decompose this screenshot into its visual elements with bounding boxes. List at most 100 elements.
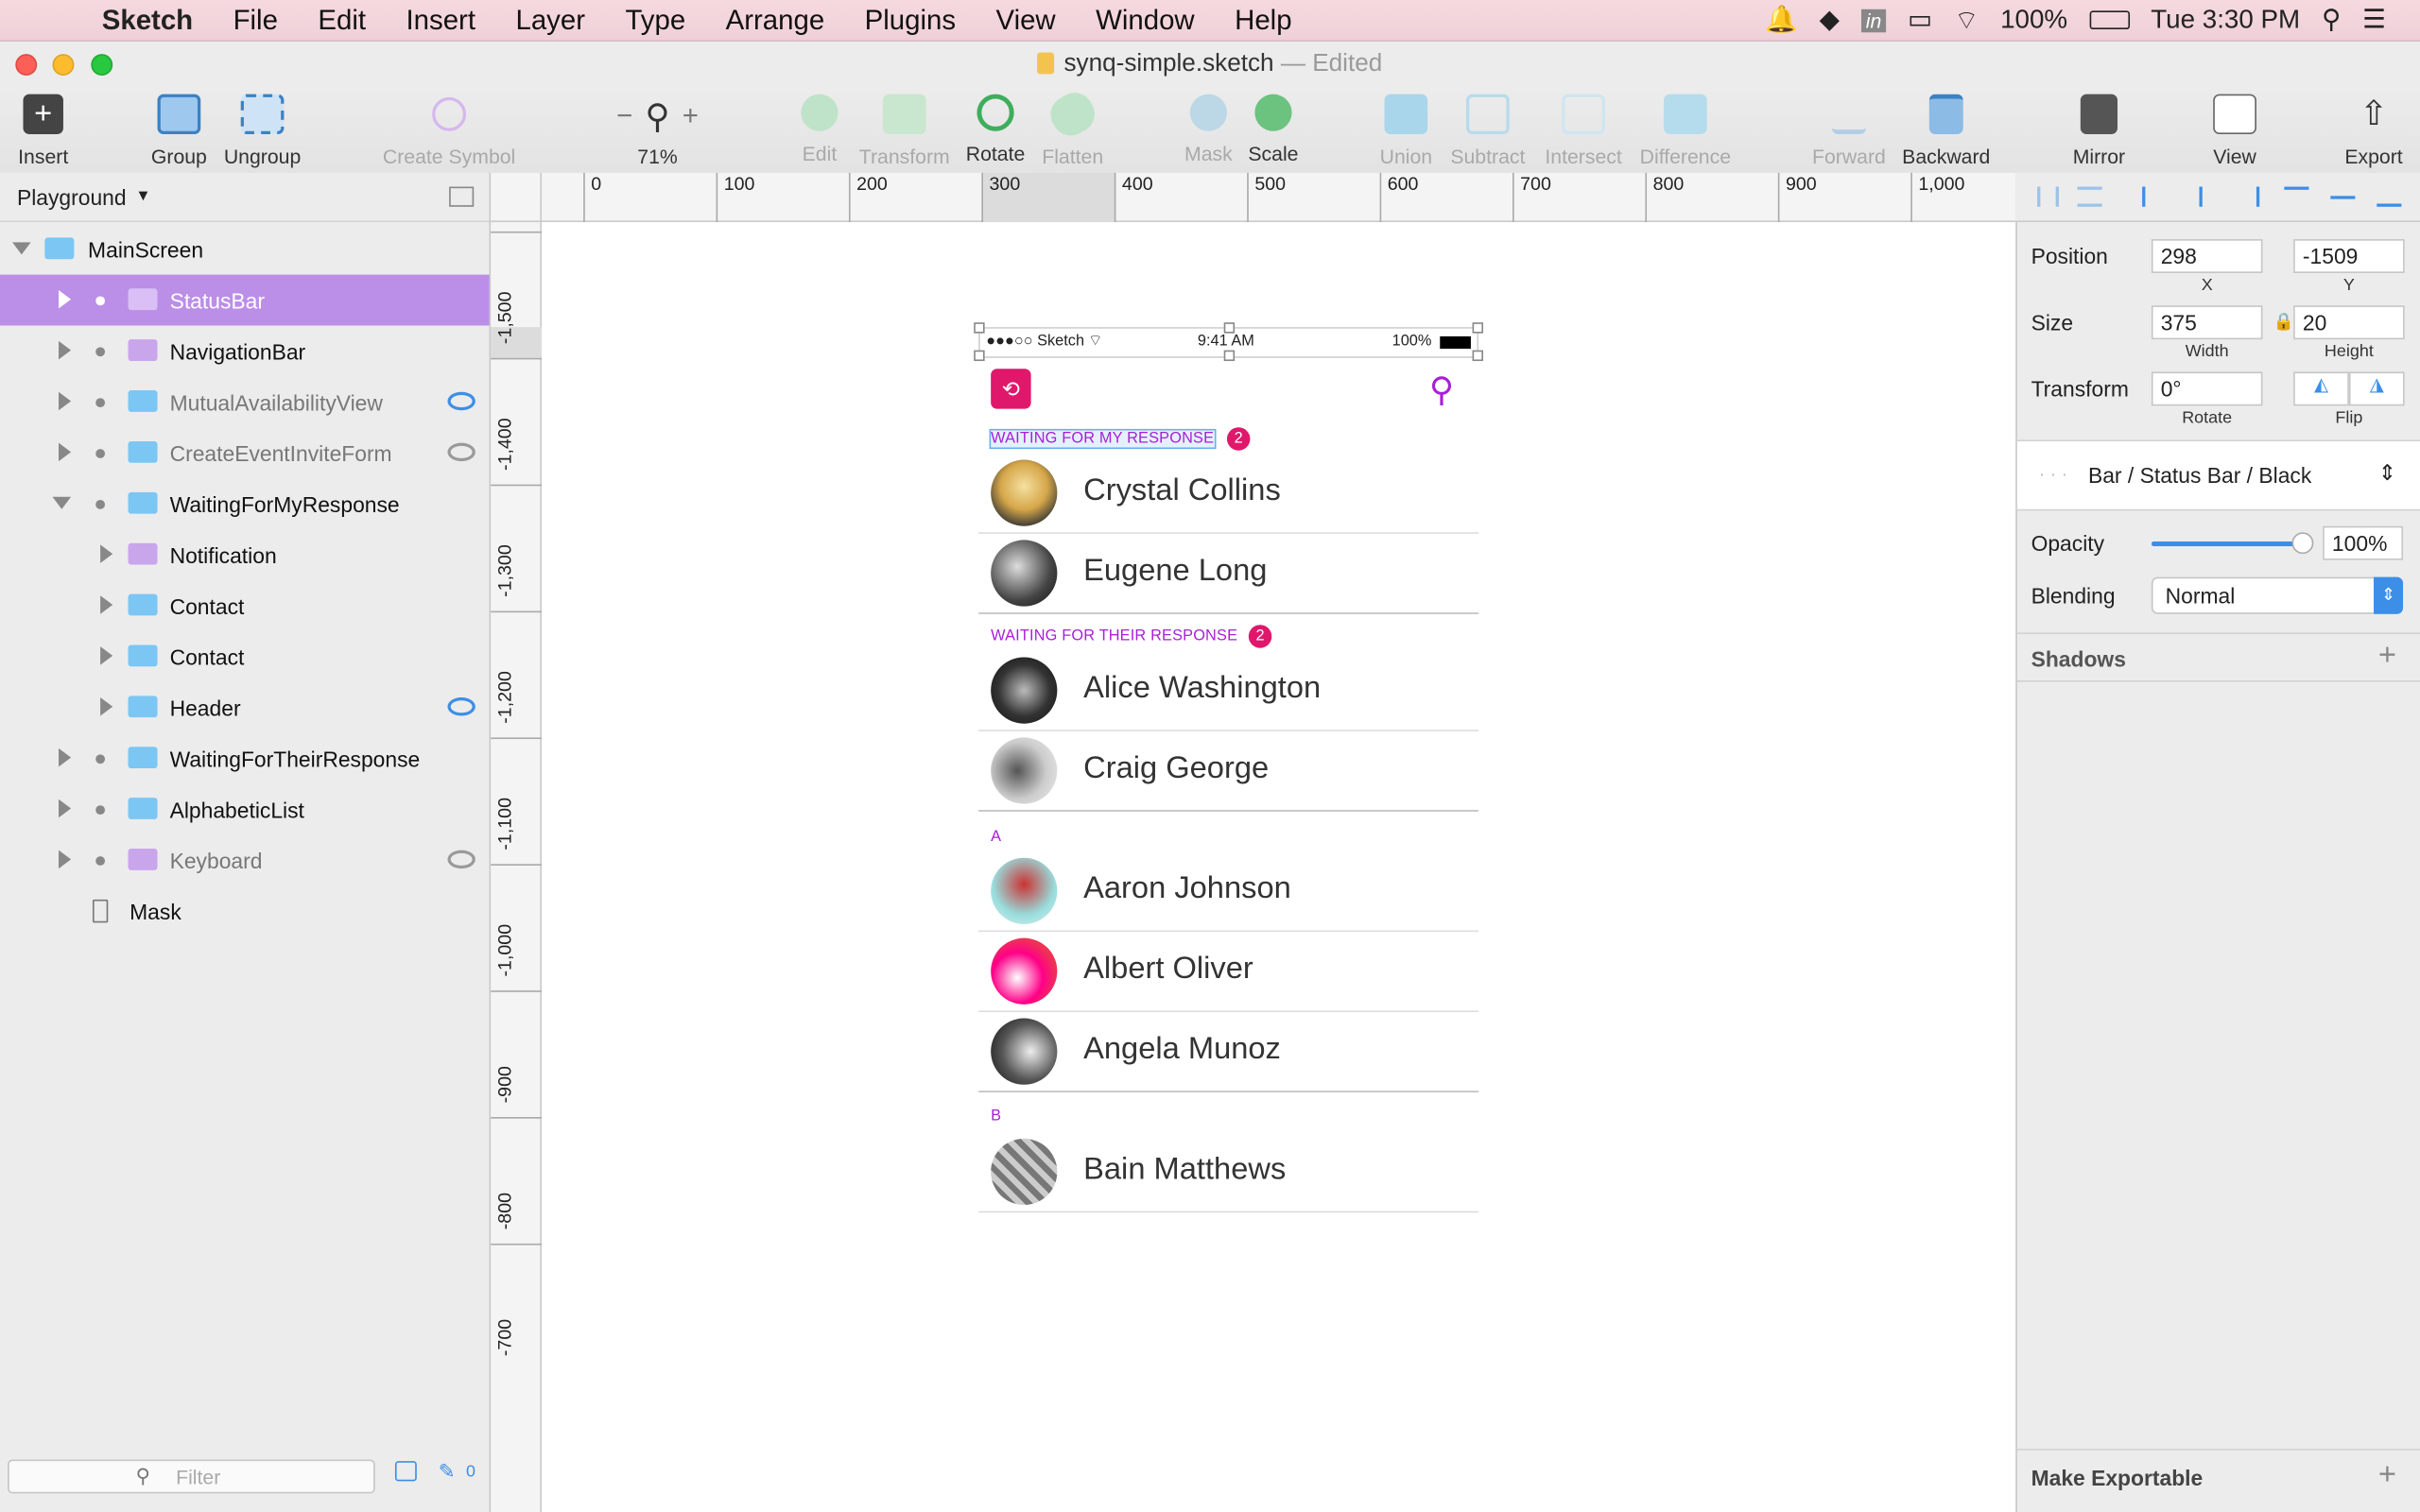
align-top-icon[interactable]: [2284, 186, 2309, 207]
eye-visible-icon[interactable]: [447, 391, 475, 411]
layer-keyboard[interactable]: Keyboard: [0, 834, 490, 885]
visibility-dot-icon[interactable]: [95, 856, 106, 866]
visibility-dot-icon[interactable]: [95, 347, 106, 357]
visibility-dot-icon[interactable]: [95, 499, 106, 509]
airplay-icon[interactable]: ▭: [1908, 5, 1932, 36]
contact-row[interactable]: Angela Munoz: [978, 1012, 1479, 1092]
notification-bell-icon[interactable]: 🔔: [1765, 5, 1798, 36]
disclosure-right-icon[interactable]: [59, 289, 72, 309]
linkedin-icon[interactable]: in: [1860, 8, 1887, 32]
layer-alphabeticlist[interactable]: AlphabeticList: [0, 783, 490, 834]
menu-layer[interactable]: Layer: [495, 4, 605, 36]
contact-row[interactable]: Eugene Long: [978, 534, 1479, 614]
menu-help[interactable]: Help: [1215, 4, 1312, 36]
visibility-dot-icon[interactable]: [95, 449, 106, 458]
width-input[interactable]: 375: [2151, 305, 2263, 340]
disclosure-right-icon[interactable]: [59, 340, 72, 360]
close-window-button[interactable]: [15, 54, 38, 76]
layer-createeventinviteform[interactable]: CreateEventInviteForm: [0, 427, 490, 478]
layer-contact[interactable]: Contact: [0, 631, 490, 682]
menu-edit[interactable]: Edit: [298, 4, 386, 36]
disclosure-down-icon[interactable]: [12, 242, 31, 255]
blending-select[interactable]: Normal ⇕: [2151, 576, 2404, 614]
disclosure-right-icon[interactable]: [59, 442, 72, 462]
distribute-vertical-icon[interactable]: [2077, 186, 2102, 207]
menu-arrange[interactable]: Arrange: [705, 4, 844, 36]
dropbox-icon[interactable]: ◆: [1820, 5, 1840, 36]
menu-view[interactable]: View: [976, 4, 1076, 36]
clock[interactable]: Tue 3:30 PM: [2151, 5, 2300, 36]
visibility-dot-icon[interactable]: [95, 398, 106, 408]
slice-filter-icon[interactable]: ✎: [439, 1459, 456, 1484]
page-selector[interactable]: Playground ▼: [0, 173, 490, 223]
layer-contact[interactable]: Contact: [0, 580, 490, 631]
resize-handle[interactable]: [1472, 350, 1483, 362]
layer-header[interactable]: Header: [0, 682, 490, 733]
contact-row[interactable]: Aaron Johnson: [978, 851, 1479, 933]
menu-file[interactable]: File: [213, 4, 298, 36]
contact-row[interactable]: Alice Washington: [978, 651, 1479, 731]
visibility-dot-icon[interactable]: [95, 754, 106, 765]
artboard-mainscreen[interactable]: ●●●○○ Sketch ⌔ 9:41 AM 100% ⟲ ⚲ WAITING …: [974, 322, 1483, 1219]
lock-icon[interactable]: 🔒: [2273, 312, 2294, 332]
contact-row[interactable]: Crystal Collins: [978, 454, 1479, 534]
disclosure-right-icon[interactable]: [100, 696, 113, 716]
status-bar-layer[interactable]: ●●●○○ Sketch ⌔ 9:41 AM 100%: [974, 322, 1483, 362]
disclosure-right-icon[interactable]: [59, 850, 72, 869]
align-center-icon[interactable]: [2199, 186, 2224, 207]
layer-waitingformyresponse[interactable]: WaitingForMyResponse: [0, 478, 490, 529]
opacity-input[interactable]: 100%: [2323, 525, 2404, 560]
disclosure-right-icon[interactable]: [59, 799, 72, 818]
position-x-input[interactable]: 298: [2151, 239, 2263, 273]
layer-filter-input[interactable]: ⚲ Filter: [8, 1459, 375, 1494]
menu-type[interactable]: Type: [605, 4, 705, 36]
app-menu[interactable]: Sketch: [102, 4, 214, 36]
layer-waitingfortheirresponse[interactable]: WaitingForTheirResponse: [0, 733, 490, 784]
search-icon[interactable]: ⚲: [1429, 370, 1454, 410]
disclosure-right-icon[interactable]: [100, 544, 113, 563]
wifi-icon[interactable]: ⌔: [1954, 4, 1979, 36]
visibility-dot-icon[interactable]: [95, 296, 106, 306]
distribute-horizontal-icon[interactable]: [2037, 186, 2059, 207]
spotlight-search-icon[interactable]: ⚲: [2322, 5, 2341, 36]
layer-mask[interactable]: Mask: [0, 885, 490, 936]
opacity-slider-knob[interactable]: [2291, 532, 2314, 555]
eye-hidden-icon[interactable]: [447, 850, 475, 869]
position-y-input[interactable]: -1509: [2293, 239, 2405, 273]
align-right-icon[interactable]: [2235, 186, 2260, 207]
layer-mutualavailabilityview[interactable]: MutualAvailabilityView: [0, 376, 490, 427]
flip-vertical-button[interactable]: ◮: [2348, 371, 2405, 406]
resize-handle[interactable]: [1223, 350, 1236, 362]
zoom-out-icon[interactable]: −: [616, 100, 632, 132]
app-logo-icon[interactable]: ⟲: [991, 369, 1031, 409]
battery-icon[interactable]: [2088, 10, 2130, 30]
eye-hidden-icon[interactable]: [447, 442, 475, 462]
disclosure-right-icon[interactable]: [59, 747, 72, 767]
contact-row[interactable]: Albert Oliver: [978, 932, 1479, 1013]
opacity-slider[interactable]: [2151, 532, 2314, 555]
disclosure-right-icon[interactable]: [59, 391, 72, 411]
contact-row[interactable]: Craig George: [978, 731, 1479, 812]
add-export-icon[interactable]: +: [2378, 1458, 2396, 1494]
layer-notification[interactable]: Notification: [0, 529, 490, 580]
symbol-filter-icon[interactable]: [394, 1461, 417, 1482]
menu-plugins[interactable]: Plugins: [844, 4, 976, 36]
resize-handle[interactable]: [1223, 322, 1236, 334]
resize-handle[interactable]: [1472, 322, 1483, 334]
zoom-in-icon[interactable]: +: [683, 100, 699, 132]
eye-visible-icon[interactable]: [447, 696, 475, 716]
layer-navigationbar[interactable]: NavigationBar: [0, 325, 490, 376]
layer-statusbar[interactable]: StatusBar: [0, 274, 490, 326]
disclosure-right-icon[interactable]: [100, 595, 113, 614]
height-input[interactable]: 20: [2293, 305, 2405, 340]
symbol-picker[interactable]: · · · Bar / Status Bar / Black ⇕: [2016, 439, 2420, 511]
menu-insert[interactable]: Insert: [386, 4, 495, 36]
zoom-window-button[interactable]: [91, 54, 113, 76]
page-panel-toggle-icon[interactable]: [449, 186, 475, 207]
resize-handle[interactable]: [974, 322, 985, 334]
rotate-input[interactable]: 0°: [2151, 371, 2263, 406]
layer-mainscreen[interactable]: MainScreen: [0, 224, 490, 275]
contact-row[interactable]: Bain Matthews: [978, 1132, 1479, 1213]
minimize-window-button[interactable]: [52, 54, 75, 76]
notification-center-icon[interactable]: ☰: [2362, 5, 2386, 36]
